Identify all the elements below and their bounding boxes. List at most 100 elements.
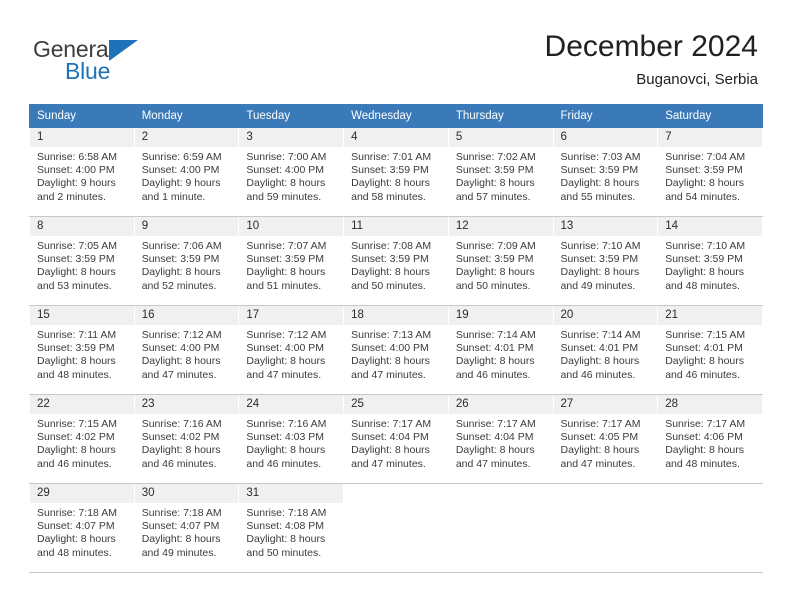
daylight-text: Daylight: 8 hours and 49 minutes.: [141, 533, 221, 559]
day-cell[interactable]: 7 Sunrise: 7:04 AM Sunset: 3:59 PM Dayli…: [657, 127, 763, 217]
day-number: 30: [134, 484, 239, 503]
weekday-header-monday: Monday: [133, 104, 240, 128]
day-cell[interactable]: 29 Sunrise: 7:18 AM Sunset: 4:07 PM Dayl…: [29, 483, 135, 573]
sunset-text: Sunset: 3:59 PM: [560, 164, 639, 177]
day-cell[interactable]: 26 Sunrise: 7:17 AM Sunset: 4:04 PM Dayl…: [447, 394, 554, 484]
day-number: 16: [134, 306, 239, 325]
day-number: 10: [239, 217, 344, 236]
daylight-text: Daylight: 8 hours and 46 minutes.: [455, 355, 535, 381]
day-details: Sunrise: 7:16 AM Sunset: 4:03 PM Dayligh…: [239, 414, 343, 471]
calendar-week-row: 8 Sunrise: 7:05 AM Sunset: 3:59 PM Dayli…: [29, 216, 763, 306]
day-details: Sunrise: 7:11 AM Sunset: 3:59 PM Dayligh…: [30, 325, 134, 382]
day-cell[interactable]: 19 Sunrise: 7:14 AM Sunset: 4:01 PM Dayl…: [447, 305, 554, 395]
day-cell[interactable]: 17 Sunrise: 7:12 AM Sunset: 4:00 PM Dayl…: [238, 305, 345, 395]
day-cell[interactable]: 14 Sunrise: 7:10 AM Sunset: 3:59 PM Dayl…: [657, 216, 763, 306]
day-cell[interactable]: 9 Sunrise: 7:06 AM Sunset: 3:59 PM Dayli…: [133, 216, 240, 306]
day-number: [554, 484, 658, 490]
daylight-text: Daylight: 8 hours and 48 minutes.: [665, 266, 745, 292]
day-number: 20: [553, 306, 658, 325]
day-cell[interactable]: 5 Sunrise: 7:02 AM Sunset: 3:59 PM Dayli…: [447, 127, 554, 217]
day-details: Sunrise: 7:12 AM Sunset: 4:00 PM Dayligh…: [239, 325, 343, 382]
day-details: Sunrise: 7:10 AM Sunset: 3:59 PM Dayligh…: [658, 236, 762, 293]
calendar-week-row: 29 Sunrise: 7:18 AM Sunset: 4:07 PM Dayl…: [29, 483, 763, 573]
sunrise-text: Sunrise: 7:17 AM: [560, 418, 641, 430]
day-cell[interactable]: 1 Sunrise: 6:58 AM Sunset: 4:00 PM Dayli…: [29, 127, 135, 217]
daylight-text: Daylight: 9 hours and 1 minute.: [141, 177, 221, 203]
day-cell[interactable]: 12 Sunrise: 7:09 AM Sunset: 3:59 PM Dayl…: [447, 216, 554, 306]
day-cell[interactable]: 28 Sunrise: 7:17 AM Sunset: 4:06 PM Dayl…: [657, 394, 763, 484]
sunset-text: Sunset: 3:59 PM: [351, 164, 429, 177]
day-cell[interactable]: 24 Sunrise: 7:16 AM Sunset: 4:03 PM Dayl…: [238, 394, 345, 484]
daylight-text: Daylight: 8 hours and 47 minutes.: [560, 444, 640, 470]
daylight-text: Daylight: 8 hours and 47 minutes.: [455, 444, 535, 470]
daylight-text: Daylight: 8 hours and 46 minutes.: [665, 355, 745, 381]
day-cell-empty: [343, 483, 449, 573]
sunset-text: Sunset: 4:04 PM: [351, 431, 429, 444]
day-cell[interactable]: 15 Sunrise: 7:11 AM Sunset: 3:59 PM Dayl…: [29, 305, 135, 395]
day-cell[interactable]: 23 Sunrise: 7:16 AM Sunset: 4:02 PM Dayl…: [133, 394, 240, 484]
sunrise-text: Sunrise: 7:06 AM: [141, 240, 222, 252]
sunset-text: Sunset: 4:04 PM: [455, 431, 534, 444]
day-cell[interactable]: 25 Sunrise: 7:17 AM Sunset: 4:04 PM Dayl…: [343, 394, 449, 484]
day-cell[interactable]: 16 Sunrise: 7:12 AM Sunset: 4:00 PM Dayl…: [133, 305, 240, 395]
sunrise-text: Sunrise: 7:01 AM: [351, 151, 432, 163]
sunrise-text: Sunrise: 7:08 AM: [351, 240, 432, 252]
day-cell-empty: [657, 483, 763, 573]
daylight-text: Daylight: 8 hours and 51 minutes.: [246, 266, 326, 292]
day-cell[interactable]: 4 Sunrise: 7:01 AM Sunset: 3:59 PM Dayli…: [343, 127, 449, 217]
sunrise-sunset-calendar: Sunday Monday Tuesday Wednesday Thursday…: [29, 104, 763, 573]
sunrise-text: Sunrise: 7:16 AM: [246, 418, 327, 430]
sunset-text: Sunset: 3:59 PM: [246, 253, 325, 266]
day-number: 11: [344, 217, 448, 236]
day-cell[interactable]: 20 Sunrise: 7:14 AM Sunset: 4:01 PM Dayl…: [552, 305, 659, 395]
daylight-text: Daylight: 8 hours and 47 minutes.: [141, 355, 221, 381]
sunset-text: Sunset: 4:00 PM: [141, 342, 220, 355]
sunset-text: Sunset: 4:00 PM: [141, 164, 220, 177]
sunrise-text: Sunrise: 7:14 AM: [560, 329, 641, 341]
sunrise-text: Sunrise: 7:11 AM: [37, 329, 117, 341]
sunrise-text: Sunrise: 7:07 AM: [246, 240, 327, 252]
daylight-text: Daylight: 8 hours and 48 minutes.: [37, 533, 116, 559]
daylight-text: Daylight: 8 hours and 46 minutes.: [560, 355, 640, 381]
day-cell[interactable]: 21 Sunrise: 7:15 AM Sunset: 4:01 PM Dayl…: [657, 305, 763, 395]
day-cell[interactable]: 2 Sunrise: 6:59 AM Sunset: 4:00 PM Dayli…: [133, 127, 240, 217]
day-cell[interactable]: 13 Sunrise: 7:10 AM Sunset: 3:59 PM Dayl…: [552, 216, 659, 306]
daylight-text: Daylight: 8 hours and 55 minutes.: [560, 177, 640, 203]
day-cell[interactable]: 18 Sunrise: 7:13 AM Sunset: 4:00 PM Dayl…: [343, 305, 449, 395]
page-subtitle: Buganovci, Serbia: [636, 71, 758, 88]
day-number: 22: [30, 395, 134, 414]
sunrise-text: Sunrise: 7:15 AM: [37, 418, 117, 430]
day-cell[interactable]: 31 Sunrise: 7:18 AM Sunset: 4:08 PM Dayl…: [238, 483, 345, 573]
sunset-text: Sunset: 4:02 PM: [37, 431, 115, 444]
sunset-text: Sunset: 4:07 PM: [37, 520, 115, 533]
day-cell[interactable]: 8 Sunrise: 7:05 AM Sunset: 3:59 PM Dayli…: [29, 216, 135, 306]
sunset-text: Sunset: 4:02 PM: [141, 431, 220, 444]
day-details: Sunrise: 7:08 AM Sunset: 3:59 PM Dayligh…: [344, 236, 448, 293]
day-cell[interactable]: 10 Sunrise: 7:07 AM Sunset: 3:59 PM Dayl…: [238, 216, 345, 306]
sunset-text: Sunset: 4:01 PM: [560, 342, 639, 355]
day-cell[interactable]: 11 Sunrise: 7:08 AM Sunset: 3:59 PM Dayl…: [343, 216, 449, 306]
sunrise-text: Sunrise: 7:17 AM: [665, 418, 746, 430]
weekday-header-saturday: Saturday: [657, 104, 763, 128]
daylight-text: Daylight: 8 hours and 47 minutes.: [246, 355, 326, 381]
day-details: Sunrise: 6:59 AM Sunset: 4:00 PM Dayligh…: [135, 147, 239, 204]
sunrise-text: Sunrise: 7:09 AM: [455, 240, 536, 252]
day-cell[interactable]: 3 Sunrise: 7:00 AM Sunset: 4:00 PM Dayli…: [238, 127, 345, 217]
calendar-week-row: 1 Sunrise: 6:58 AM Sunset: 4:00 PM Dayli…: [29, 127, 763, 217]
day-cell[interactable]: 22 Sunrise: 7:15 AM Sunset: 4:02 PM Dayl…: [29, 394, 135, 484]
day-cell[interactable]: 30 Sunrise: 7:18 AM Sunset: 4:07 PM Dayl…: [133, 483, 240, 573]
day-details: Sunrise: 7:07 AM Sunset: 3:59 PM Dayligh…: [239, 236, 343, 293]
sunset-text: Sunset: 3:59 PM: [560, 253, 639, 266]
calendar-body: 1 Sunrise: 6:58 AM Sunset: 4:00 PM Dayli…: [29, 127, 763, 573]
day-number: 15: [30, 306, 134, 325]
daylight-text: Daylight: 8 hours and 54 minutes.: [665, 177, 745, 203]
day-number: 5: [448, 128, 553, 147]
general-blue-logo[interactable]: General Blue: [33, 36, 253, 86]
daylight-text: Daylight: 8 hours and 48 minutes.: [37, 355, 116, 381]
day-cell-empty: [447, 483, 554, 573]
day-cell[interactable]: 27 Sunrise: 7:17 AM Sunset: 4:05 PM Dayl…: [552, 394, 659, 484]
day-details: Sunrise: 7:09 AM Sunset: 3:59 PM Dayligh…: [449, 236, 553, 293]
page-title: December 2024: [544, 30, 758, 63]
sunrise-text: Sunrise: 7:15 AM: [665, 329, 746, 341]
day-cell[interactable]: 6 Sunrise: 7:03 AM Sunset: 3:59 PM Dayli…: [552, 127, 659, 217]
